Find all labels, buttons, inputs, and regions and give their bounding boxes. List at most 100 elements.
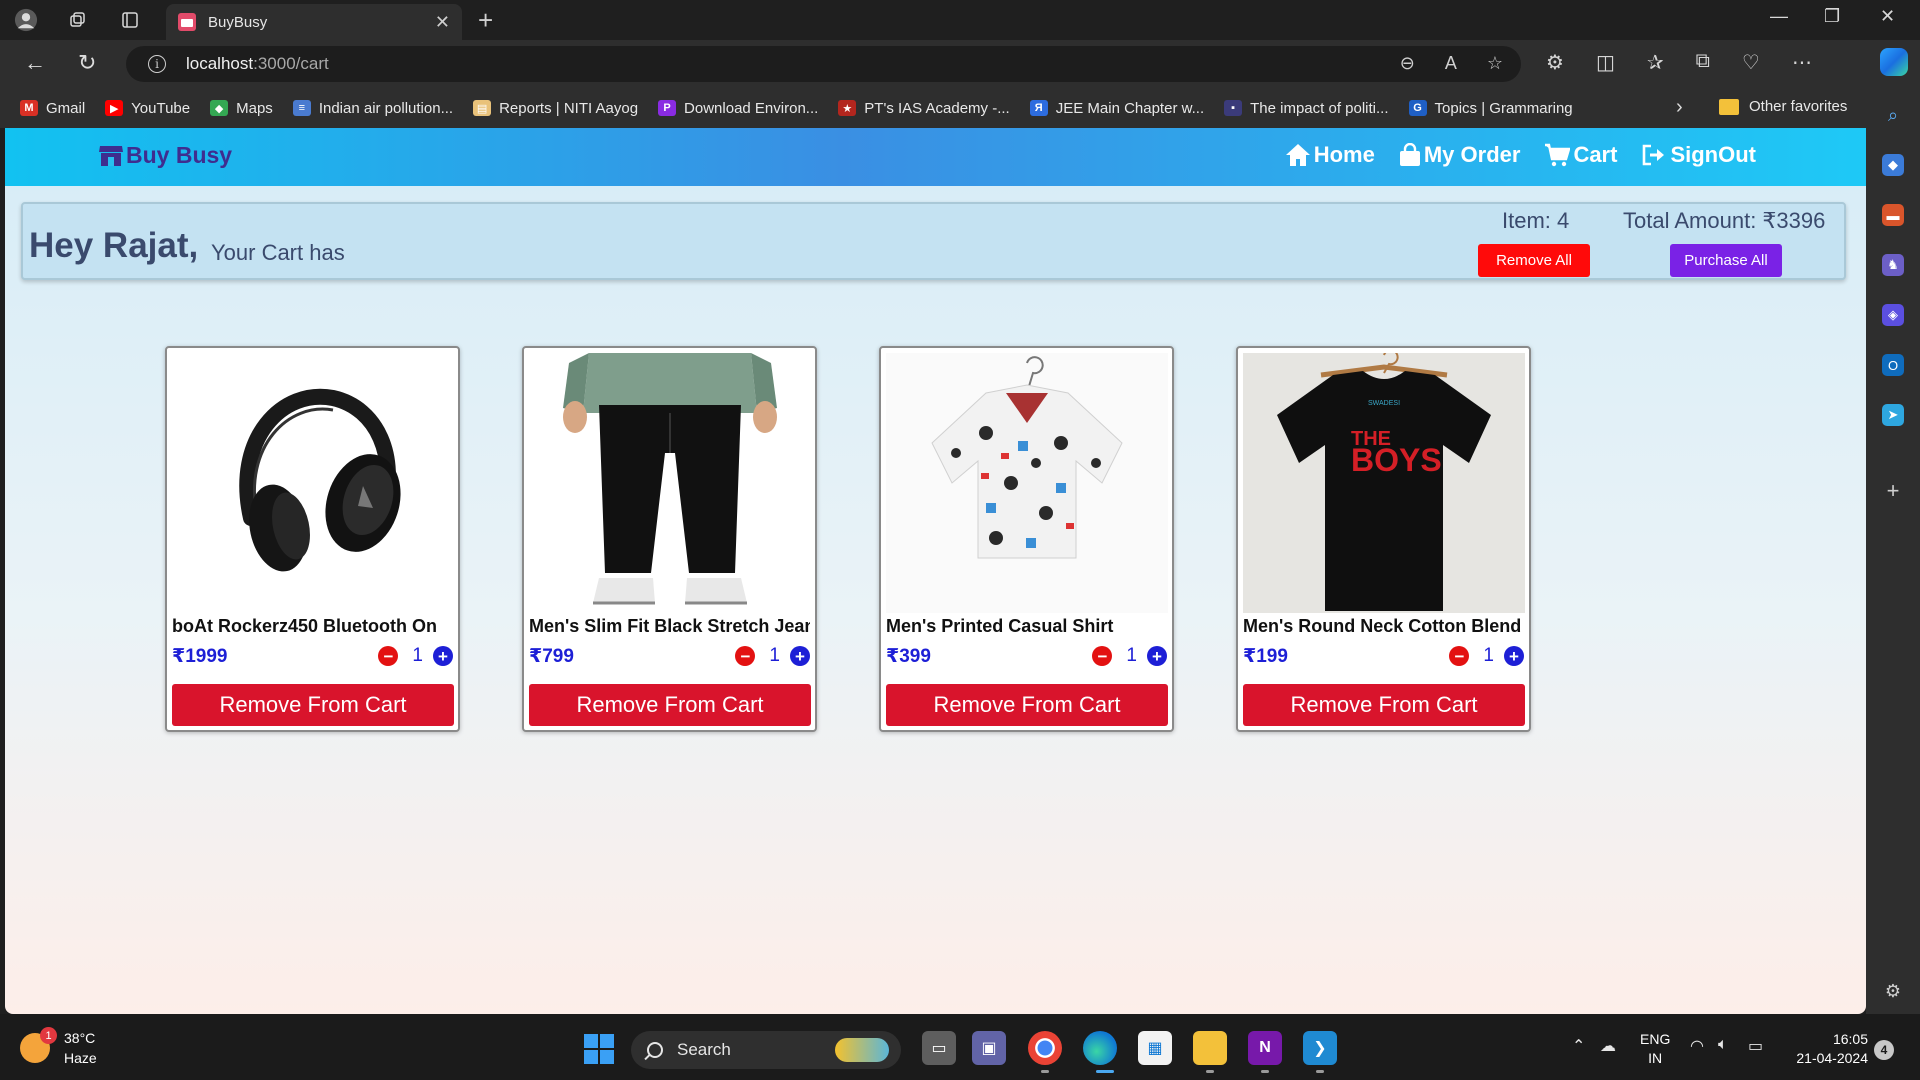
back-icon[interactable]: ← <box>24 50 46 76</box>
task-view-icon[interactable]: ▭ <box>922 1031 956 1065</box>
restore-icon[interactable]: ❐ <box>1824 6 1840 27</box>
split-screen-icon[interactable]: ◫ <box>1596 50 1615 75</box>
bookmark-other-favorites[interactable]: Other favorites <box>1719 98 1847 115</box>
remove-from-cart-button[interactable]: Remove From Cart <box>1243 684 1525 726</box>
site-info-icon[interactable]: i <box>148 55 166 73</box>
niti-icon: ▤ <box>473 100 492 116</box>
tab-title: BuyBusy <box>208 13 268 31</box>
bookmark-impact-politics[interactable]: ▪ The impact of politi... <box>1224 100 1389 117</box>
decrease-quantity-icon[interactable]: − <box>1092 646 1113 666</box>
increase-quantity-icon[interactable]: + <box>1504 646 1524 666</box>
volume-icon[interactable]: 🔈︎ <box>1718 1036 1728 1054</box>
page-icon: ≡ <box>292 100 311 116</box>
notification-badge[interactable]: 4 <box>1874 1040 1894 1060</box>
increase-quantity-icon[interactable]: + <box>433 646 453 666</box>
onedrive-cloud-icon[interactable]: ☁ <box>1600 1036 1616 1056</box>
increase-quantity-icon[interactable]: + <box>790 646 810 666</box>
file-explorer-icon[interactable] <box>1193 1031 1227 1065</box>
extensions-icon[interactable]: ⚙ <box>1546 50 1564 75</box>
edge-icon[interactable] <box>1083 1031 1117 1065</box>
bookmark-air-pollution[interactable]: ≡ Indian air pollution... <box>292 100 453 117</box>
bookmark-niti-aayog[interactable]: ▤ Reports | NITI Aayog <box>473 100 638 117</box>
collections-icon[interactable]: ⧉ <box>1696 50 1710 75</box>
search-icon <box>647 1042 663 1058</box>
product-price: ₹1999 <box>172 645 228 667</box>
copilot-icon[interactable] <box>1880 48 1908 76</box>
windows-taskbar: 1 38°C Haze Search ▭ ▣ ▦ N ❯ ⌃ ☁ ENG IN … <box>0 1014 1920 1080</box>
vscode-icon[interactable]: ❯ <box>1303 1031 1337 1065</box>
battery-icon[interactable]: ▭ <box>1748 1036 1763 1056</box>
chevron-right-icon[interactable]: › <box>1676 96 1683 119</box>
onenote-icon[interactable]: N <box>1248 1031 1282 1065</box>
browser-essentials-icon[interactable]: ♡ <box>1742 50 1760 75</box>
favorite-star-icon[interactable]: ☆ <box>1487 53 1503 74</box>
bookmark-jee-main[interactable]: Я JEE Main Chapter w... <box>1029 100 1204 117</box>
read-aloud-icon[interactable]: A <box>1445 53 1457 74</box>
games-icon[interactable]: ♞ <box>1882 254 1904 276</box>
send-icon[interactable]: ➤ <box>1882 404 1904 426</box>
quantity-value: 1 <box>412 645 423 666</box>
tools-icon[interactable]: ▬ <box>1882 204 1904 226</box>
doc-icon: ▪ <box>1224 100 1243 116</box>
more-menu-icon[interactable]: ⋯ <box>1792 50 1812 75</box>
new-tab-icon[interactable]: + <box>478 6 493 34</box>
product-name: Men's Round Neck Cotton Blend <box>1243 616 1522 636</box>
greeting-subtitle: Your Cart has <box>211 240 345 265</box>
bookmark-gmail[interactable]: M Gmail <box>20 100 85 117</box>
close-tab-icon[interactable]: ✕ <box>435 12 450 33</box>
settings-gear-icon[interactable]: ⚙ <box>1882 980 1904 1002</box>
outlook-icon[interactable]: O <box>1882 354 1904 376</box>
edge-sidebar: ⌕ ◆ ▬ ♞ ◈ O ➤ + ⚙ <box>1866 88 1920 1014</box>
refresh-icon[interactable]: ↻ <box>78 50 96 76</box>
remove-from-cart-button[interactable]: Remove From Cart <box>886 684 1168 726</box>
zoom-icon[interactable]: ⊖ <box>1400 53 1415 74</box>
weather-widget[interactable]: 1 38°C Haze <box>20 1027 97 1068</box>
tray-chevron-up-icon[interactable]: ⌃ <box>1572 1036 1585 1056</box>
bookmark-grammaring[interactable]: G Topics | Grammaring <box>1408 100 1573 117</box>
product-name: boAt Rockerz450 Bluetooth On <box>172 616 438 636</box>
nav-signout-link[interactable]: SignOut <box>1641 142 1756 168</box>
shopping-bag-icon <box>1399 143 1420 166</box>
start-windows-icon[interactable] <box>584 1034 614 1064</box>
copilot-sidebar-icon[interactable]: ◈ <box>1882 304 1904 326</box>
weather-condition: Haze <box>64 1050 97 1066</box>
minimize-icon[interactable]: — <box>1770 6 1788 27</box>
address-bar[interactable]: i localhost:3000/cart ⊖ A ☆ <box>126 46 1521 82</box>
workspaces-icon[interactable] <box>66 8 90 32</box>
nav-home-link[interactable]: Home <box>1285 142 1375 168</box>
increase-quantity-icon[interactable]: + <box>1147 646 1167 666</box>
signout-icon <box>1643 144 1665 166</box>
wifi-icon[interactable]: ◠ <box>1690 1036 1704 1056</box>
search-icon[interactable]: ⌕ <box>1882 104 1904 126</box>
remove-from-cart-button[interactable]: Remove From Cart <box>172 684 454 726</box>
decrease-quantity-icon[interactable]: − <box>735 646 756 666</box>
add-icon[interactable]: + <box>1882 478 1904 503</box>
nav-my-order-link[interactable]: My Order <box>1399 142 1520 168</box>
vertical-tabs-icon[interactable] <box>118 8 142 32</box>
nav-cart-link[interactable]: Cart <box>1544 142 1617 168</box>
microsoft-store-icon[interactable]: ▦ <box>1138 1031 1172 1065</box>
tshirt-print-line2: BOYS <box>1351 442 1442 478</box>
remove-from-cart-button[interactable]: Remove From Cart <box>529 684 811 726</box>
brand-logo[interactable]: Buy Busy <box>98 142 232 169</box>
taskbar-search[interactable]: Search <box>631 1031 901 1069</box>
remove-all-button[interactable]: Remove All <box>1478 244 1590 277</box>
bookmark-pts-ias[interactable]: ★ PT's IAS Academy -... <box>838 100 1010 117</box>
decrease-quantity-icon[interactable]: − <box>1449 646 1470 666</box>
chrome-icon[interactable] <box>1028 1031 1062 1065</box>
purchase-all-button[interactable]: Purchase All <box>1670 244 1782 277</box>
language-indicator[interactable]: ENG IN <box>1640 1030 1670 1068</box>
tab-buybusy[interactable]: BuyBusy ✕ <box>166 4 462 40</box>
system-clock[interactable]: 16:05 21-04-2024 <box>1790 1030 1868 1068</box>
shopping-tag-icon[interactable]: ◆ <box>1882 154 1904 176</box>
favorites-icon[interactable]: ✰ <box>1647 50 1664 75</box>
close-window-icon[interactable]: ✕ <box>1880 6 1895 27</box>
decrease-quantity-icon[interactable]: − <box>378 646 399 666</box>
cart-items-list: boAt Rockerz450 Bluetooth On ₹1999 − 1 +… <box>165 346 1531 732</box>
bookmark-maps[interactable]: ◆ Maps <box>210 100 273 117</box>
profile-avatar-icon[interactable] <box>14 8 38 32</box>
bookmark-youtube[interactable]: ▶ YouTube <box>105 100 190 117</box>
bookmark-download-environ[interactable]: P Download Environ... <box>658 100 818 117</box>
weather-badge: 1 <box>40 1027 57 1044</box>
teams-chat-icon[interactable]: ▣ <box>972 1031 1006 1065</box>
